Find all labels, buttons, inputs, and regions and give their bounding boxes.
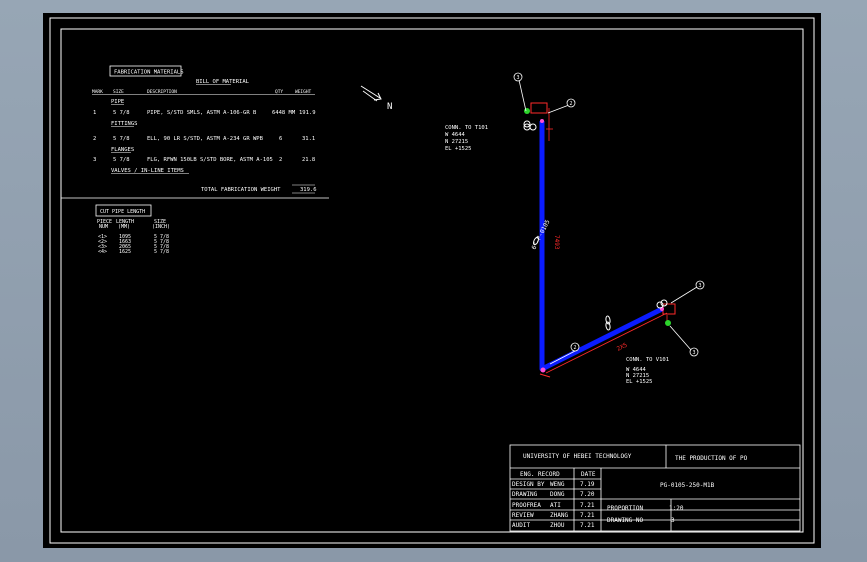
balloon-label: 3 — [698, 283, 701, 289]
drawing-no-value: 3 — [671, 517, 675, 524]
col-mark: MARK — [92, 89, 103, 95]
north-label: N — [387, 102, 392, 112]
balloon-label: 3 — [692, 350, 695, 356]
conn-top-line: W 4644 — [445, 132, 466, 138]
row-size: 5 7/8 — [113, 157, 130, 163]
conn-top-title: CONN. TO T101 — [445, 125, 488, 131]
date-header: DATE — [581, 471, 596, 478]
cut-size: 5 7/8 — [154, 249, 169, 255]
col-size-unit: (INCH) — [152, 224, 170, 230]
record-date: 7.21 — [580, 502, 595, 509]
record-role: DESIGN BY — [512, 481, 545, 488]
row-weight: 21.8 — [302, 157, 315, 163]
row-description: PIPE, S/STD SMLS, ASTM A-106-GR B — [147, 110, 257, 116]
row-weight: 31.1 — [302, 136, 315, 142]
north-arrow: N — [360, 85, 392, 112]
record-name: DONG — [550, 491, 565, 498]
outer-border — [49, 17, 815, 544]
record-role: REVIEW — [512, 512, 534, 519]
dim-diagonal: 2X5 — [616, 341, 629, 352]
record-name: ZHANG — [550, 512, 568, 519]
dim-vertical: 7493 — [553, 235, 560, 250]
col-qty: QTY — [275, 89, 283, 95]
record-name: ATI — [550, 502, 561, 509]
cut-pipe-heading: CUT PIPE LENGTH — [100, 209, 145, 215]
eng-record-header: ENG. RECORD — [520, 471, 560, 478]
isometric-pipe: 7493 2X5 6"-P-0105 3 2 2 3 3 CONN. TO T1… — [445, 72, 705, 385]
record-date: 7.21 — [580, 512, 595, 519]
drawing-sheet: FABRICATION MATERIALS BILL OF MATERIAL M… — [43, 13, 821, 548]
bill-title: BILL OF MATERIAL — [196, 79, 250, 85]
col-piece-unit: NUM — [99, 224, 108, 230]
conn-top-line: N 27215 — [445, 139, 468, 145]
record-role: DRAWING — [512, 491, 538, 498]
record-role: PROOFREA — [512, 502, 541, 509]
group-name-pipe: PIPE — [111, 99, 124, 105]
university-name: UNIVERSITY OF HEBEI TECHNOLOGY — [523, 453, 632, 460]
group-name-flanges: FLANGES — [111, 147, 134, 153]
row-description: FLG, RFWN 150LB S/STD BORE, ASTM A-105 — [147, 157, 273, 163]
drawing-canvas: FABRICATION MATERIALS BILL OF MATERIAL M… — [49, 17, 815, 544]
col-weight: WEIGHT — [295, 89, 312, 95]
col-length-unit: (MM) — [118, 224, 130, 230]
record-name: WENG — [550, 481, 565, 488]
product-name: THE PRODUCTION OF PO — [675, 455, 748, 462]
row-mark: 2 — [93, 136, 96, 142]
row-description: ELL, 90 LR S/STD, ASTM A-234 GR WPB — [147, 136, 264, 142]
materials-heading: FABRICATION MATERIALS — [114, 70, 184, 76]
drawing-number: PG-0105-250-M1B — [660, 482, 715, 489]
valves-heading: VALVES / IN-LINE ITEMS — [111, 168, 184, 174]
cut-pipe-table: CUT PIPE LENGTH PIECE NUM LENGTH (MM) SI… — [95, 204, 170, 255]
total-weight-label: TOTAL FABRICATION WEIGHT — [201, 187, 281, 193]
record-date: 7.21 — [580, 522, 595, 529]
row-qty: 6448 MM — [272, 110, 296, 116]
row-size: 5 7/8 — [113, 110, 130, 116]
row-size: 5 7/8 — [113, 136, 130, 142]
record-date: 7.20 — [580, 491, 595, 498]
col-description: DESCRIPTION — [147, 89, 177, 95]
balloon-label: 3 — [516, 75, 519, 81]
record-date: 7.19 — [580, 481, 595, 488]
row-weight: 191.9 — [299, 110, 316, 116]
proportion-value: 1:20 — [669, 505, 684, 512]
row-qty: 6 — [279, 136, 282, 142]
row-mark: 3 — [93, 157, 96, 163]
balloon-label: 2 — [573, 345, 576, 351]
cut-length: 1625 — [119, 249, 131, 255]
balloon-label: 2 — [569, 101, 572, 107]
conn-bottom-title: CONN. TO V101 — [626, 357, 669, 363]
conn-top-line: EL +1525 — [445, 146, 472, 152]
row-mark: 1 — [93, 110, 96, 116]
row-qty: 2 — [279, 157, 282, 163]
total-weight-value: 319.6 — [300, 187, 317, 193]
conn-bottom-line: EL +1525 — [626, 379, 653, 385]
col-size: SIZE — [113, 89, 124, 95]
fabrication-materials: FABRICATION MATERIALS BILL OF MATERIAL M… — [61, 65, 329, 199]
drawing-no-label: DRAWING NO — [607, 517, 644, 524]
group-name-fittings: FITTINGS — [111, 121, 138, 127]
cut-num: <4> — [98, 249, 107, 255]
record-name: ZHOU — [550, 522, 565, 529]
record-role: AUDIT — [512, 522, 530, 529]
proportion-label: PROPORTION — [607, 505, 644, 512]
